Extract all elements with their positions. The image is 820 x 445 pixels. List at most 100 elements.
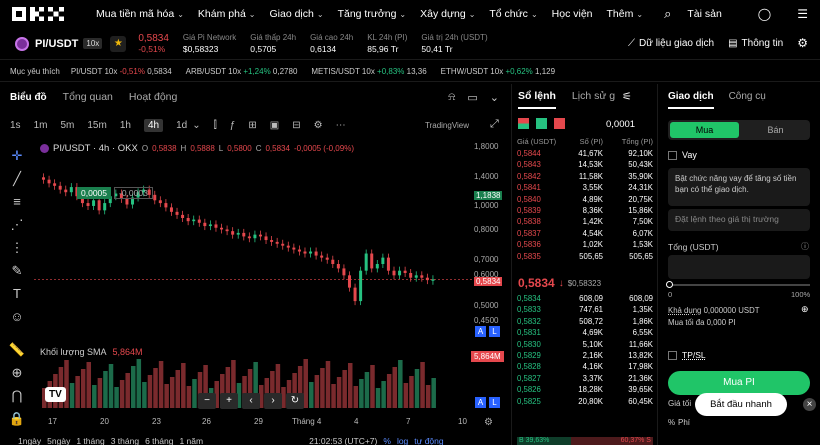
help-icon[interactable]: ⓘ (801, 241, 809, 252)
orderbook-row[interactable]: 0,5840 4,89K 20,75K (517, 194, 653, 206)
okx-logo[interactable] (12, 7, 68, 21)
nav-discover[interactable]: Khám phá ⌄ (198, 8, 256, 20)
amount-slider[interactable] (668, 284, 810, 286)
text-icon[interactable]: T (0, 282, 34, 305)
assets-link[interactable]: Tài sản (687, 8, 721, 20)
log-toggle[interactable]: log (397, 436, 408, 445)
price-chart[interactable] (34, 138, 512, 428)
compare-icon[interactable]: ⊟ (292, 120, 300, 131)
both-sides-icon[interactable] (518, 118, 529, 129)
close-icon[interactable]: × (803, 398, 816, 411)
watch-item[interactable]: ARB/USDT 10x +1,24% 0,2780 (186, 67, 298, 76)
grid-icon[interactable]: ⊞ (248, 120, 256, 131)
fullscreen-icon[interactable]: ⤢ (490, 118, 499, 131)
auto-toggle[interactable]: tự động (414, 436, 443, 445)
search-icon[interactable]: ⌕ (664, 6, 671, 22)
nav-more[interactable]: Thêm ⌄ (607, 8, 644, 20)
percent-toggle[interactable]: % (383, 436, 391, 445)
price-field[interactable]: Đặt lệnh theo giá thị trường (668, 209, 810, 231)
scroll-left-button[interactable]: ‹ (242, 393, 260, 409)
scroll-right-button[interactable]: › (264, 393, 282, 409)
indicators-icon[interactable]: ƒ (230, 120, 236, 131)
slider-handle[interactable] (666, 281, 673, 288)
log-scale-button[interactable]: L (489, 397, 500, 408)
orderbook-row[interactable]: 0,5834 608,09 608,09 (517, 294, 653, 305)
zoom-out-button[interactable]: − (198, 393, 216, 409)
orderbook-row[interactable]: 0,5837 4,54K 6,07K (517, 228, 653, 240)
favorite-star-icon[interactable]: ★ (110, 35, 127, 52)
orderbook-row[interactable]: 0,5827 3,37K 21,36K (517, 373, 653, 385)
nav-institutional[interactable]: Tổ chức ⌄ (489, 8, 537, 20)
watch-item[interactable]: ETHW/USDT 10x +0,62% 1,129 (441, 67, 555, 76)
nav-trade[interactable]: Giao dịch ⌄ (270, 8, 324, 20)
info-button[interactable]: ▤ Thông tin (728, 38, 783, 49)
crosshair-icon[interactable]: ✛ (0, 144, 34, 167)
settings-icon[interactable]: ⚙ (314, 120, 323, 131)
forecast-icon[interactable]: ⋮ (0, 236, 34, 259)
fib-icon[interactable]: ≡ (0, 190, 34, 213)
chevron-down-icon[interactable]: ⌄ (490, 91, 499, 104)
tradingview-logo[interactable]: TV (45, 387, 66, 402)
nav-build[interactable]: Xây dựng ⌄ (420, 8, 475, 20)
orderbook-row[interactable]: 0,5826 18,28K 39,65K (517, 385, 653, 397)
alert-icon[interactable]: ⍾ (448, 91, 455, 104)
trading-data-button[interactable]: ⟋ Dữ liệu giao dịch (628, 38, 714, 49)
tpsl-checkbox[interactable] (668, 350, 677, 360)
total-input[interactable] (668, 255, 810, 279)
orderbook-row[interactable]: 0,5836 1,02K 1,53K (517, 240, 653, 252)
orderbook-row[interactable]: 0,5838 1,42K 7,50K (517, 217, 653, 229)
tradingview-toggle[interactable]: TradingView (425, 121, 469, 130)
tab-trades[interactable]: Lịch sử g (572, 90, 615, 109)
candle-type-icon[interactable]: ⫿ (214, 120, 217, 131)
range-1m[interactable]: 1 tháng (76, 436, 104, 445)
watch-item[interactable]: METIS/USDT 10x +0,83% 13,36 (311, 67, 426, 76)
orderbook-row[interactable]: 0,5829 2,16K 13,82K (517, 351, 653, 362)
auto-scale-button[interactable]: A (475, 326, 486, 337)
orderbook-row[interactable]: 0,5831 4,69K 6,55K (517, 328, 653, 340)
asks-only-icon[interactable] (554, 118, 565, 129)
filter-icon[interactable]: ⚟ (622, 90, 632, 103)
orderbook-row[interactable]: 0,5832 508,72 1,86K (517, 316, 653, 328)
borrow-checkbox[interactable] (668, 150, 677, 160)
tab-activity[interactable]: Hoạt động (129, 91, 177, 103)
orderbook-row[interactable]: 0,5843 14,53K 50,43K (517, 160, 653, 172)
tab-trade[interactable]: Giao dịch (668, 91, 714, 109)
range-6m[interactable]: 6 tháng (145, 436, 173, 445)
tab-chart[interactable]: Biểu đồ (10, 92, 47, 103)
nav-academy[interactable]: Học viện (552, 8, 593, 20)
tf-5m[interactable]: 5m (60, 120, 74, 131)
tab-tools[interactable]: Công cụ (729, 91, 766, 109)
lock-icon[interactable]: 🔒 (0, 407, 34, 430)
quick-start-toast[interactable]: Bắt đầu nhanh (695, 393, 787, 416)
tf-1m[interactable]: 1m (34, 120, 48, 131)
layout-icon[interactable]: ▭ (467, 91, 477, 104)
magnet-icon[interactable]: ⋂ (0, 384, 34, 407)
pattern-icon[interactable]: ⋰ (0, 213, 34, 236)
sell-toggle[interactable]: Bán (741, 120, 810, 140)
orderbook-row[interactable]: 0,5844 41,67K 92,10K (517, 149, 653, 160)
tf-1d[interactable]: 1d (176, 120, 187, 131)
watch-item[interactable]: PI/USDT 10x -0,51% 0,5834 (71, 67, 172, 76)
orderbook-row[interactable]: 0,5830 5,10K 11,66K (517, 339, 653, 351)
orderbook-row[interactable]: 0,5825 20,80K 60,45K (517, 396, 653, 408)
range-3m[interactable]: 3 tháng (111, 436, 139, 445)
tab-orderbook[interactable]: Sổ lệnh (518, 90, 556, 109)
ruler-icon[interactable]: 📏 (0, 338, 34, 361)
auto-scale-button[interactable]: A (475, 397, 486, 408)
tf-4h[interactable]: 4h (143, 118, 164, 132)
orderbook-row[interactable]: 0,5835 505,65 505,65 (517, 251, 653, 263)
tick-size-select[interactable]: 0,0001 (606, 119, 635, 130)
bids-only-icon[interactable] (536, 118, 547, 129)
buy-pi-button[interactable]: Mua PI (668, 371, 810, 395)
orderbook-row[interactable]: 0,5828 4,16K 17,98K (517, 362, 653, 374)
tab-overview[interactable]: Tổng quan (63, 91, 113, 103)
orderbook-row[interactable]: 0,5841 3,55K 24,31K (517, 183, 653, 195)
settings-icon[interactable]: ⚙ (484, 417, 493, 428)
zoom-in-button[interactable]: + (220, 393, 238, 409)
tf-1s[interactable]: 1s (10, 120, 21, 131)
range-1y[interactable]: 1 năm (179, 436, 203, 445)
zoom-icon[interactable]: ⊕ (0, 361, 34, 384)
range-1d[interactable]: 1ngày (18, 436, 41, 445)
brush-icon[interactable]: ✎ (0, 259, 34, 282)
more-icon[interactable]: ⋯ (336, 120, 346, 131)
